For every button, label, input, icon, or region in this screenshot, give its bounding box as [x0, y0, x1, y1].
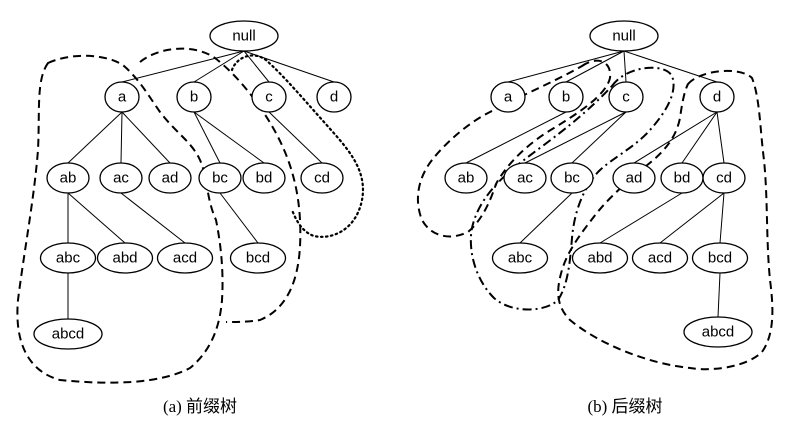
edge-a-ad — [121, 111, 171, 164]
node-d-label: d — [330, 89, 338, 106]
node-abd-label: abd — [112, 250, 137, 267]
edge-null-c — [623, 50, 627, 83]
edge-a-ac — [120, 111, 123, 164]
edge-ac-acd — [120, 192, 186, 244]
node-ac-label: ac — [113, 170, 129, 187]
node-c: c — [251, 81, 287, 113]
node-b-label: b — [190, 89, 198, 106]
node-abcd-label: abcd — [702, 324, 735, 341]
node-abd: abd — [571, 242, 629, 274]
node-a-label: a — [504, 89, 513, 106]
node-null-label: null — [612, 28, 635, 45]
edge-b-ab — [465, 111, 567, 164]
node-abd-label: abd — [587, 250, 612, 267]
node-bcd-label: bcd — [246, 250, 270, 267]
node-ad: ad — [612, 162, 656, 194]
node-cd: cd — [300, 162, 344, 194]
node-acd-label: acd — [173, 250, 197, 267]
node-bc-label: bc — [212, 170, 228, 187]
edge-c-bc — [571, 111, 627, 164]
node-bcd: bcd — [229, 242, 287, 274]
edge-ab-abd — [67, 192, 126, 244]
node-ad-label: ad — [162, 170, 179, 187]
node-bd: bd — [242, 162, 286, 194]
node-bd-label: bd — [674, 170, 691, 187]
node-ad: ad — [148, 162, 192, 194]
node-a-label: a — [118, 89, 127, 106]
node-ab-label: ab — [458, 170, 475, 187]
node-c-label: c — [265, 89, 273, 106]
node-abc-label: abc — [56, 250, 81, 267]
suffix-tree-caption: (b) 后缀树 — [587, 397, 663, 416]
prefix-tree-panel: nulla b c dab ac ad bc bd cdabc abd acd bcdabcd — [16, 20, 365, 384]
node-abcd: abcd — [33, 318, 103, 350]
node-c-label: c — [622, 89, 630, 106]
node-d: d — [316, 81, 352, 113]
node-null: null — [209, 20, 279, 52]
node-d: d — [699, 81, 735, 113]
node-b-label: b — [562, 89, 570, 106]
node-bc: bc — [550, 162, 594, 194]
node-acd: acd — [156, 242, 214, 274]
node-b: b — [176, 81, 212, 113]
node-abcd: abcd — [683, 316, 753, 348]
node-ac: ac — [503, 162, 547, 194]
edge-b-bd — [193, 111, 265, 164]
node-d-label: d — [713, 89, 721, 106]
node-acd: acd — [631, 242, 689, 274]
node-acd-label: acd — [648, 250, 672, 267]
suffix-tree-panel: nulla b c dab ac bc ad bd cdabc abd acd bcdabcd — [416, 20, 774, 371]
edge-d-ad — [633, 111, 718, 164]
node-b: b — [548, 81, 584, 113]
node-bcd: bcd — [691, 242, 749, 274]
edge-null-b — [565, 50, 625, 83]
prefix-tree-caption: (a) 前缀树 — [162, 397, 238, 416]
node-bc-label: bc — [564, 170, 580, 187]
edge-c-cd — [268, 111, 323, 164]
edge-bc-abc — [519, 192, 573, 244]
edge-null-d — [623, 50, 718, 83]
node-ab: ab — [46, 162, 90, 194]
node-cd-label: cd — [314, 170, 330, 187]
edge-bcd-abcd — [717, 272, 721, 318]
node-bd-label: bd — [256, 170, 273, 187]
node-abc: abc — [39, 242, 97, 274]
node-abcd-label: abcd — [52, 326, 85, 343]
node-bc: bc — [198, 162, 242, 194]
node-ab: ab — [444, 162, 488, 194]
node-a: a — [490, 81, 526, 113]
node-null-label: null — [232, 28, 255, 45]
node-null: null — [589, 20, 659, 52]
node-cd-label: cd — [716, 170, 732, 187]
tree-figure: nulla b c dab ac ad bc bd cdabc abd acd bcdabcd nul… — [16, 20, 774, 384]
suffix-tree-nodes: nulla b c dab ac bc ad bd cdabc abd acd bcdabcd — [444, 20, 753, 348]
node-ac-label: ac — [517, 170, 533, 187]
node-ac: ac — [99, 162, 143, 194]
edge-cd-bcd — [719, 192, 725, 244]
node-bd: bd — [660, 162, 704, 194]
prefix-subtree-c-boundary — [230, 54, 365, 238]
edge-d-bd — [681, 111, 718, 164]
edge-a-ab — [67, 111, 123, 164]
edge-d-cd — [716, 111, 725, 164]
edge-null-a — [507, 50, 625, 83]
edge-bc-bcd — [219, 192, 259, 244]
node-abc: abc — [491, 242, 549, 274]
node-c: c — [608, 81, 644, 113]
node-abc-label: abc — [508, 250, 533, 267]
node-ad-label: ad — [626, 170, 643, 187]
node-ab-label: ab — [60, 170, 77, 187]
node-abd: abd — [96, 242, 154, 274]
prefix-tree-nodes: nulla b c dab ac ad bc bd cdabc abd acd bcdabcd — [33, 20, 352, 350]
node-bcd-label: bcd — [708, 250, 732, 267]
node-cd: cd — [702, 162, 746, 194]
node-a: a — [104, 81, 140, 113]
